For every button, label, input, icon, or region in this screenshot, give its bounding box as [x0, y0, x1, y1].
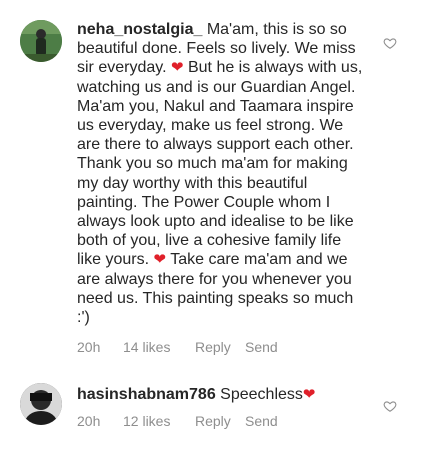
red-heart-emoji: ❤	[302, 386, 316, 403]
avatar[interactable]	[20, 20, 62, 62]
reply-button[interactable]: Reply	[195, 413, 245, 429]
comment-meta: 20h 14 likes Reply Send	[77, 339, 278, 355]
comment-text: hasinshabnam786 Speechless❤	[77, 386, 316, 403]
likes-count[interactable]: 14 likes	[123, 339, 195, 355]
heart-outline-icon[interactable]	[383, 36, 397, 50]
likes-count[interactable]: 12 likes	[123, 413, 195, 429]
comment-text: neha_nostalgia_ Ma'am, this is so so bea…	[77, 21, 363, 327]
heart-outline-icon[interactable]	[383, 399, 397, 413]
avatar[interactable]	[20, 383, 62, 425]
comment-meta: 20h 12 likes Reply Send	[77, 413, 278, 429]
reply-button[interactable]: Reply	[195, 339, 245, 355]
send-button[interactable]: Send	[245, 339, 278, 355]
red-heart-emoji: ❤	[153, 251, 167, 269]
username[interactable]: hasinshabnam786	[77, 386, 216, 403]
timestamp: 20h	[77, 339, 101, 355]
send-button[interactable]: Send	[245, 413, 278, 429]
username[interactable]: neha_nostalgia_	[77, 21, 202, 38]
timestamp: 20h	[77, 413, 101, 429]
red-heart-emoji: ❤	[170, 59, 184, 77]
